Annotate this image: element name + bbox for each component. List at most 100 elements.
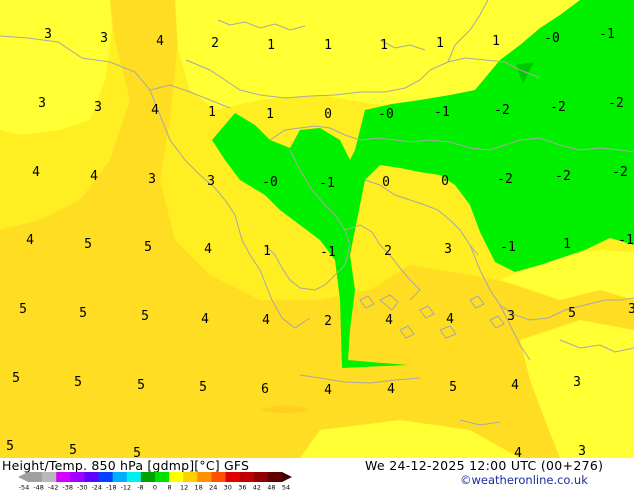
contour-label: -2 <box>608 96 624 111</box>
scale-tick-label: 18 <box>195 484 203 490</box>
scale-color-swatch <box>98 472 113 482</box>
contour-label: 3 <box>578 444 586 458</box>
scale-tick-label: 48 <box>267 484 275 490</box>
scale-tick-label: -8 <box>137 484 143 490</box>
contour-label: -1 <box>618 233 634 248</box>
footer-bar: Height/Temp. 850 hPa [gdmp][°C] GFS We 2… <box>0 458 634 490</box>
contour-label: 5 <box>79 306 87 321</box>
scale-tick-label: -38 <box>62 484 73 490</box>
contour-label: 4 <box>446 312 454 327</box>
contour-label: 3 <box>207 174 215 189</box>
contour-label: 1 <box>263 244 271 259</box>
contour-label: 3 <box>573 375 581 390</box>
scale-arrow-left <box>18 472 28 482</box>
contour-label: 2 <box>384 244 392 259</box>
scale-color-swatch <box>183 472 198 482</box>
contour-label: 3 <box>148 172 156 187</box>
scale-tick-label: 30 <box>224 484 232 490</box>
scale-tick-label: -42 <box>48 484 59 490</box>
scale-color-swatch <box>267 472 283 482</box>
contour-label: 4 <box>511 378 519 393</box>
credit-link[interactable]: ©weatheronline.co.uk <box>460 473 588 487</box>
contour-label: -0 <box>544 31 560 46</box>
contour-label: 1 <box>208 105 216 120</box>
contour-label: 1 <box>267 38 275 53</box>
contour-label: -2 <box>494 103 510 118</box>
contour-label: 4 <box>201 312 209 327</box>
scale-tick-label: 8 <box>167 484 171 490</box>
scale-color-swatch <box>169 472 184 482</box>
scale-tick-label: -12 <box>121 484 132 490</box>
contour-label: 1 <box>436 36 444 51</box>
scale-arrow-right <box>282 472 292 482</box>
contour-label: 5 <box>74 375 82 390</box>
contour-label: 5 <box>568 306 576 321</box>
contour-label: 5 <box>6 439 14 454</box>
scale-color-swatch <box>140 472 156 482</box>
scale-tick-label: 36 <box>238 484 246 490</box>
scale-tick-label: 24 <box>209 484 217 490</box>
contour-label: 4 <box>385 313 393 328</box>
contour-label: 4 <box>324 383 332 398</box>
scale-color-swatch <box>197 472 212 482</box>
scale-color-swatch <box>253 472 269 482</box>
contour-label: 0 <box>324 107 332 122</box>
contour-label: 1 <box>563 237 571 252</box>
map-title: Height/Temp. 850 hPa [gdmp][°C] GFS <box>2 458 250 473</box>
contour-label: 5 <box>449 380 457 395</box>
contour-label: 5 <box>12 371 20 386</box>
contour-label: 4 <box>32 165 40 180</box>
contour-label: 3 <box>444 242 452 257</box>
contour-label: 6 <box>261 382 269 397</box>
scale-color-swatch <box>211 472 226 482</box>
contour-label: 4 <box>151 103 159 118</box>
scale-color-swatch <box>225 472 240 482</box>
scale-color-swatch <box>112 472 128 482</box>
contour-label: 3 <box>100 31 108 46</box>
contour-label: 5 <box>137 378 145 393</box>
contour-label: 0 <box>382 175 390 190</box>
contour-label: 5 <box>69 443 77 458</box>
contour-label: 3 <box>94 100 102 115</box>
contour-label: -0 <box>262 175 278 190</box>
scale-tick-label: -48 <box>33 484 44 490</box>
contour-label: 0 <box>441 174 449 189</box>
contour-label: 1 <box>380 38 388 53</box>
contour-label: -1 <box>320 245 336 260</box>
scale-tick-label: -24 <box>91 484 102 490</box>
contour-label: 3 <box>628 302 634 317</box>
valid-time: We 24-12-2025 12:00 UTC (00+276) <box>365 458 604 473</box>
scale-color-swatch <box>56 472 71 482</box>
scale-tick-label: 54 <box>282 484 290 490</box>
color-scale: -54 -48 -42 -38 -30 -24 -18 -12 -8 0 8 12 18 24 30 36 42… <box>18 472 292 490</box>
scale-color-swatch <box>42 472 57 482</box>
contour-label: 5 <box>141 309 149 324</box>
scale-tick-label: -54 <box>19 484 30 490</box>
contour-label: 5 <box>84 237 92 252</box>
contour-label: -2 <box>612 165 628 180</box>
contour-label: -0 <box>378 107 394 122</box>
scale-tick-label: 0 <box>153 484 157 490</box>
contour-label: 5 <box>133 446 141 458</box>
contour-label: 4 <box>90 169 98 184</box>
contour-label: 4 <box>156 34 164 49</box>
scale-color-swatch <box>28 472 43 482</box>
contour-label: 4 <box>204 242 212 257</box>
contour-label: -2 <box>550 100 566 115</box>
contour-label: 5 <box>199 380 207 395</box>
contour-label: 4 <box>26 233 34 248</box>
contour-label: 3 <box>38 96 46 111</box>
weather-map: 3 3 4 2 1 1 1 1 1 -0 -1 3 3 4 1 1 0 -0 -1 -2 -2 -2 4 4 3 3 -0 -1 0 0 -… <box>0 0 634 458</box>
scale-tick-label: 42 <box>253 484 261 490</box>
contour-label: -1 <box>319 176 335 191</box>
contour-label: 3 <box>507 309 515 324</box>
contour-label: 2 <box>324 314 332 329</box>
scale-tick-label: -30 <box>77 484 88 490</box>
scale-color-swatch <box>84 472 99 482</box>
contour-label: -1 <box>599 27 615 42</box>
contour-label: -1 <box>500 240 516 255</box>
scale-color-swatch <box>155 472 170 482</box>
contour-label: 3 <box>44 27 52 42</box>
contour-label: -1 <box>434 105 450 120</box>
contour-label: 1 <box>324 38 332 53</box>
